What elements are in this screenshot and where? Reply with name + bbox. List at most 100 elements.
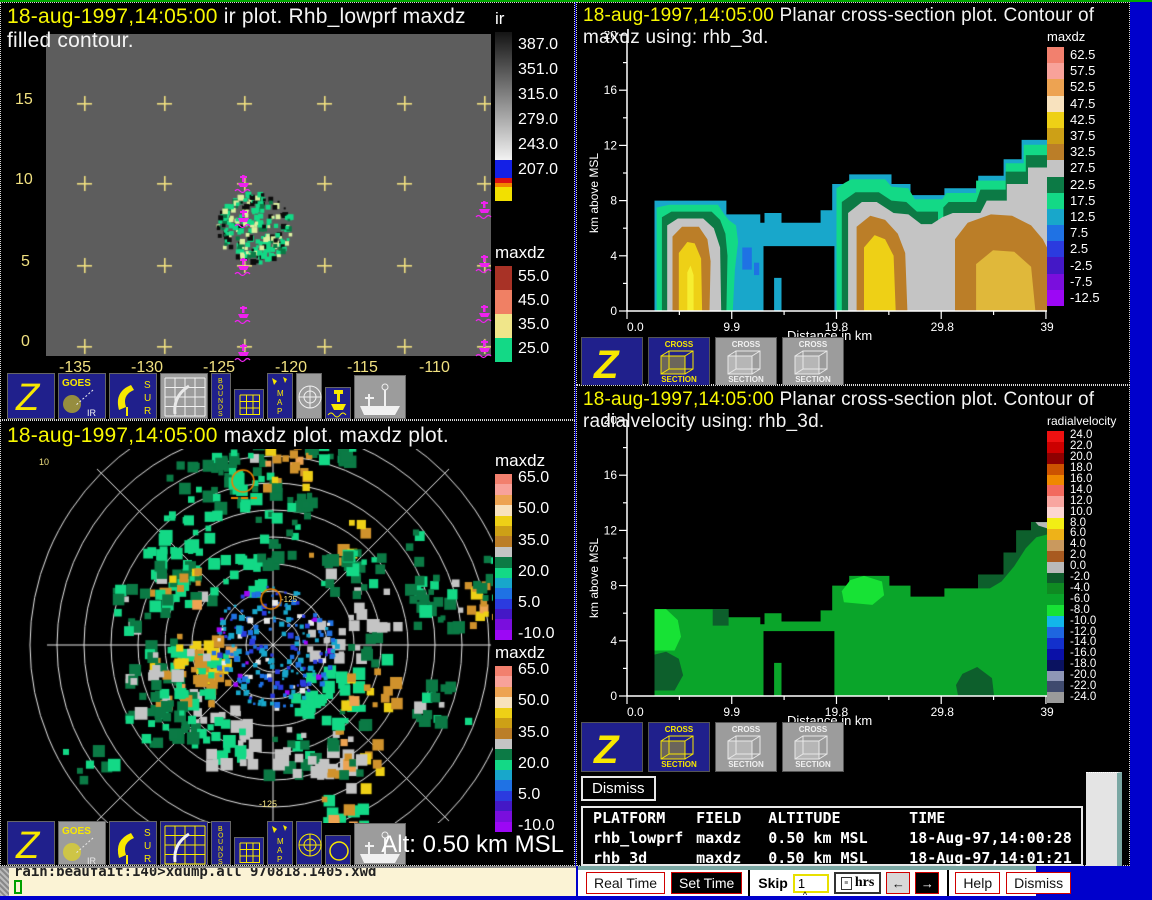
set-time-button[interactable]: Set Time [671, 872, 742, 894]
toolbar-button-surveillance-radar[interactable]: SUR [109, 373, 157, 419]
colorbar-swatch [1047, 241, 1064, 257]
surveillance-radar-icon: SUR [110, 822, 158, 866]
cross-label: CROSS [665, 725, 693, 734]
colorbar-label: 351.0 [518, 61, 558, 79]
colorbar-label: 207.0 [518, 161, 558, 179]
cube-icon [791, 349, 835, 375]
cube-icon [791, 734, 835, 760]
scrollbar[interactable] [1086, 772, 1122, 866]
toolbar-button-map[interactable]: MAP [267, 373, 293, 419]
dismiss-button[interactable]: Dismiss [1006, 872, 1071, 894]
toolbar-button-buoy[interactable] [325, 387, 351, 419]
cross-label: CROSS [732, 725, 760, 734]
colorbar-swatch [1047, 660, 1064, 671]
colorbar-swatch [495, 338, 512, 362]
toolbar-button-surveillance-radar[interactable]: SUR [109, 821, 157, 865]
real-time-button[interactable]: Real Time [586, 872, 665, 894]
zebra-logo-icon: Z [8, 374, 56, 420]
colorbar-swatch [495, 780, 512, 790]
toolbar-button-zebra-logo[interactable]: Z [7, 373, 55, 419]
zebra-logo-button[interactable]: Z [581, 722, 643, 772]
platform-status-table: PLATFORMFIELDALTITUDETIMErhb_lowprfmaxdz… [581, 806, 1083, 866]
toolbar-button-radar-grid[interactable] [160, 373, 208, 419]
colorbar-swatch [495, 474, 512, 484]
cross-section-button[interactable]: CROSSSECTION [715, 337, 777, 387]
section-label: SECTION [728, 375, 764, 384]
toolbar-button-polar-grid[interactable] [296, 373, 322, 419]
y-tick: 16 [604, 83, 618, 97]
colorbar-swatch [1047, 464, 1064, 475]
toolbar-button-ship[interactable] [354, 375, 406, 419]
status-cell: maxdz [696, 848, 768, 868]
toolbar-button-range-ring[interactable] [325, 835, 351, 865]
zebra-logo-button[interactable]: Z [581, 337, 643, 387]
y-tick: 16 [604, 468, 618, 482]
colorbar-swatch [1047, 63, 1064, 79]
x-tick: 29.8 [931, 320, 955, 334]
cross-section-button-active[interactable]: CROSSSECTION [648, 337, 710, 387]
colorbar-swatches: 65.050.035.020.05.0-10.0 [495, 474, 575, 640]
colorbar-label: 45.0 [518, 292, 549, 310]
colorbar-swatches: 24.022.020.018.016.014.012.010.08.06.04.… [1047, 431, 1129, 703]
status-header: FIELD [696, 808, 768, 828]
colorbar-swatch [1047, 209, 1064, 225]
dismiss-button[interactable]: Dismiss [581, 776, 656, 801]
step-back-button[interactable]: ← [886, 872, 910, 894]
cross-section-plot[interactable]: 2016128400.09.919.829.839 [597, 31, 1071, 337]
cross-section-button-active[interactable]: CROSSSECTION [648, 722, 710, 772]
hrs-unit-selector[interactable]: ≡hrs [834, 872, 881, 894]
cross-section-subtitle: radialvelocity using: rhb_3d. [583, 411, 824, 433]
colorbar-label: 243.0 [518, 136, 558, 154]
status-header: ALTITUDE [768, 808, 909, 828]
help-button[interactable]: Help [955, 872, 1000, 894]
ir-plot-window: 18-aug-1997,14:05:00 ir plot. Rhb_lowprf… [0, 2, 575, 420]
colorbar-swatch [1047, 79, 1064, 95]
maxdz-colorbar: maxdz62.557.552.547.542.537.532.527.522.… [1047, 29, 1129, 306]
toolbar-button-bounds[interactable]: BOUNDS [211, 373, 231, 419]
cross-section-button[interactable]: CROSSSECTION [782, 722, 844, 772]
buoy-marker [234, 258, 252, 278]
y-tick: 8 [610, 194, 617, 208]
xterm-scrollbar[interactable] [0, 868, 9, 896]
skip-value-input[interactable]: 1^ [793, 874, 829, 893]
ppi-radar-plot[interactable] [1, 449, 493, 823]
colorbar-label: 2.5 [1070, 241, 1088, 256]
y-tick: 4 [610, 634, 617, 648]
colorbar-label: 22.5 [1070, 177, 1095, 192]
colorbar-swatch [495, 266, 512, 290]
y-tick: 8 [610, 579, 617, 593]
step-forward-button[interactable]: → [915, 872, 939, 894]
colorbar-swatch [495, 505, 512, 515]
toolbar-button-goes-ir[interactable]: GOESIR [58, 821, 106, 865]
time-control-bar: Real Time Set Time Skip 1^ ≡hrs ← → Help… [578, 866, 1036, 896]
toolbar-button-grid[interactable] [234, 389, 264, 419]
xterm-window[interactable]: rain:beaufait:140>xdump.all 970818.1405.… [0, 866, 576, 896]
toolbar-button-map[interactable]: MAP [267, 821, 293, 865]
colorbar-title: maxdz [495, 643, 575, 663]
toolbar-button-radar-grid[interactable] [160, 821, 208, 865]
cross-section-button[interactable]: CROSSSECTION [782, 337, 844, 387]
toolbar-button-grid[interactable] [234, 837, 264, 865]
polar-grid-icon [297, 374, 323, 420]
colorbar-swatch [1047, 193, 1064, 209]
buoy-marker [475, 305, 493, 325]
colorbar-label: 50.0 [518, 692, 549, 710]
toolbar-button-zebra-logo[interactable]: Z [7, 821, 55, 865]
colorbar-label: 20.0 [518, 755, 549, 773]
colorbar-swatch [1047, 112, 1064, 128]
toolbar-button-polar-grid[interactable] [296, 821, 322, 865]
buoy-marker [234, 175, 252, 195]
cross-section-button[interactable]: CROSSSECTION [715, 722, 777, 772]
svg-text:M: M [277, 837, 284, 846]
cross-section-plot[interactable]: 2016128400.09.919.829.839 [597, 416, 1071, 722]
colorbar-swatch [495, 697, 512, 707]
toolbar-button-goes-ir[interactable]: GOESIR [58, 373, 106, 419]
y-tick: 4 [610, 249, 617, 263]
toolbar-button-bounds[interactable]: BOUNDS [211, 821, 231, 865]
colorbar-swatch [495, 526, 512, 536]
ir-map-plot[interactable] [46, 34, 491, 356]
status-cell: 18-Aug-97,14:00:28 [909, 828, 1081, 848]
map-icon: MAP [268, 374, 294, 420]
colorbar-swatch [495, 314, 512, 338]
cube-icon [724, 349, 768, 375]
